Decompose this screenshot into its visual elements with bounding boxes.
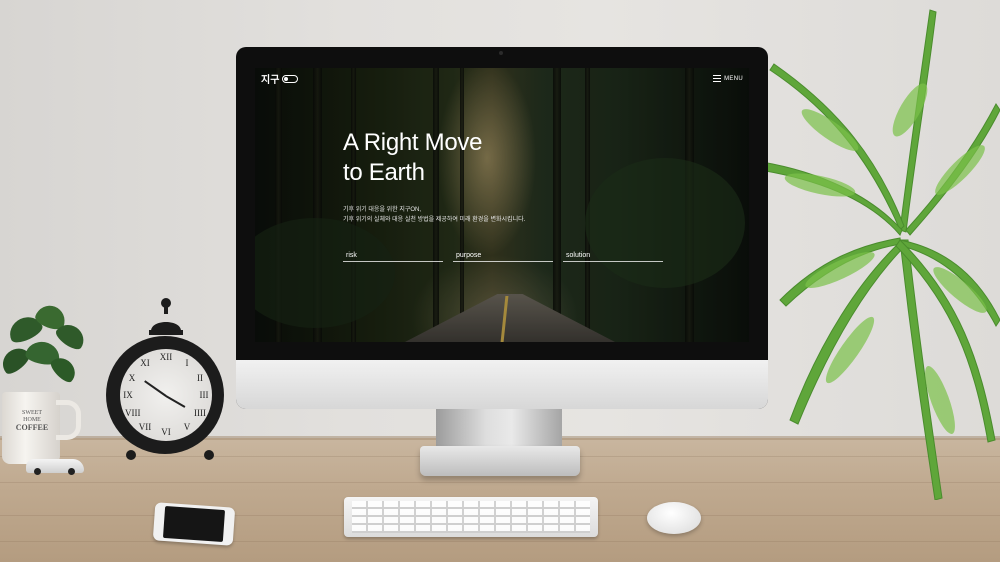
fern-plant — [760, 9, 1000, 500]
hero-description: 기후 위기 대응을 위한 지구ON, 기후 위기의 실체와 대응 실천 방법을 … — [343, 205, 525, 225]
monitor-chin — [236, 360, 768, 409]
monitor-stand-base — [420, 446, 580, 476]
nav-item-purpose[interactable]: purpose — [453, 252, 553, 262]
headline-line-1: A Right Move — [343, 129, 483, 156]
site-logo[interactable]: 지구 — [261, 71, 299, 86]
hamburger-icon — [713, 75, 722, 82]
mouse — [647, 502, 701, 534]
hero-headline: A Right Move to Earth — [343, 128, 482, 188]
website-screen: 지구 MENU A Right Move to Earth 기후 위기 대응을 … — [255, 68, 749, 342]
toggle-icon[interactable] — [282, 74, 299, 83]
nav-item-risk[interactable]: risk — [343, 252, 443, 262]
description-line-1: 기후 위기 대응을 위한 지구ON, — [343, 207, 422, 213]
menu-label: MENU — [724, 75, 743, 82]
description-line-2: 기후 위기의 실체와 대응 실천 방법을 제공하여 미래 환경을 변화시킵니다. — [343, 217, 526, 223]
nav-item-solution[interactable]: solution — [563, 252, 663, 262]
camera-icon — [499, 51, 503, 55]
smartphone — [152, 502, 236, 546]
section-nav: risk purpose solution — [343, 252, 663, 262]
logo-text: 지구 — [261, 75, 280, 86]
clock-bell — [149, 298, 183, 335]
menu-button[interactable]: MENU — [713, 75, 743, 82]
mug-label: SWEET HOME COFFEE — [15, 410, 49, 432]
headline-line-2: to Earth — [343, 159, 425, 186]
monitor-stand-neck — [436, 406, 562, 450]
